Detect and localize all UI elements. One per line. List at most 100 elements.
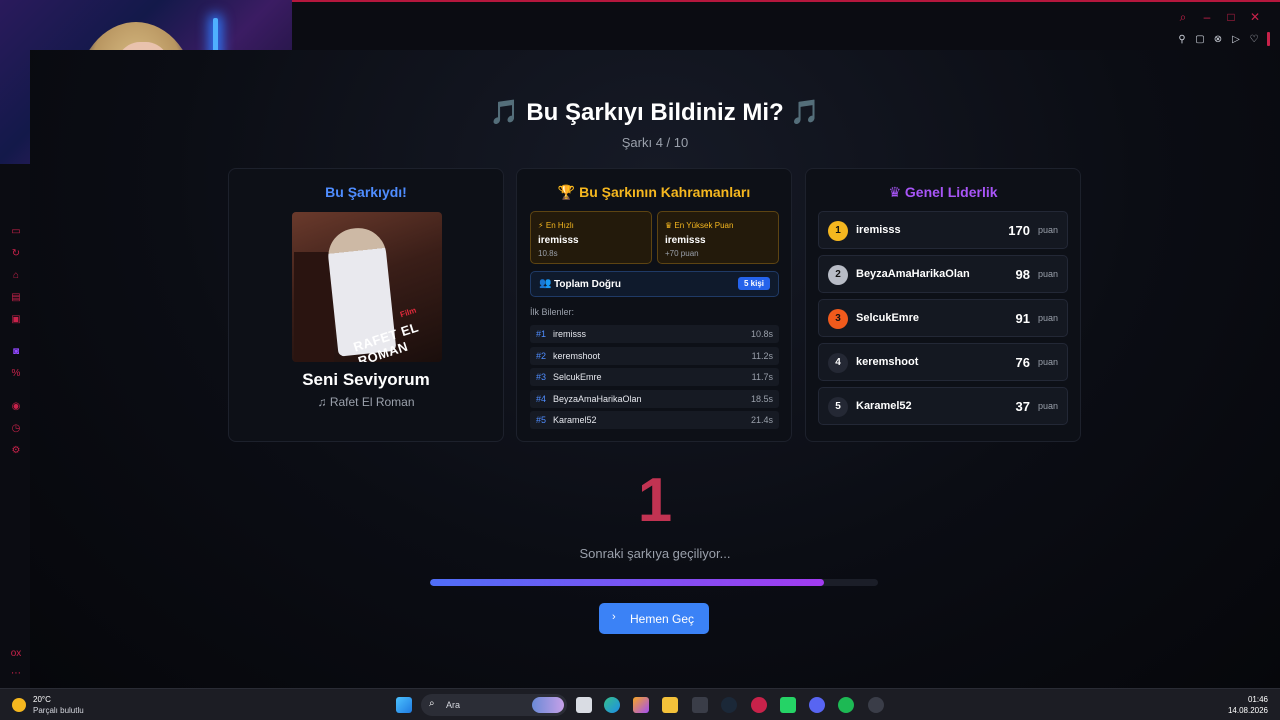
- steam-icon[interactable]: [721, 697, 737, 713]
- twitch-icon[interactable]: ◙: [10, 346, 22, 358]
- users-icon: 👥: [539, 278, 552, 289]
- title-text: Bu Şarkıyı Bildiniz Mi?: [526, 99, 784, 126]
- trophy-icon: 🏆: [557, 184, 576, 200]
- cover-tag: Film: [399, 305, 418, 320]
- cover-chair: [294, 252, 334, 362]
- edge-icon[interactable]: [604, 697, 620, 713]
- discord-icon[interactable]: [809, 697, 825, 713]
- leaderboard-heading-text: Genel Liderlik: [904, 184, 998, 200]
- app-icon[interactable]: [868, 697, 884, 713]
- refresh-icon[interactable]: ↻: [10, 248, 22, 260]
- spotify-icon[interactable]: [838, 697, 854, 713]
- store-icon[interactable]: [692, 697, 708, 713]
- ox-icon[interactable]: ox: [10, 648, 22, 660]
- taskbar-search[interactable]: ⌕ Ara: [421, 694, 567, 716]
- leaderboard-row: 2 BeyzaAmaHarikaOlan 98 puan: [818, 255, 1068, 293]
- leaderboard-heading: ♛ Genel Liderlik: [806, 184, 1080, 201]
- first-knowers-label: İlk Bilenler:: [530, 307, 575, 317]
- more-icon[interactable]: ⋯: [10, 668, 22, 680]
- leaderboard-points: 170: [1008, 223, 1030, 238]
- leaderboard-unit: puan: [1037, 269, 1058, 279]
- top-score-points: +70 puan: [665, 249, 699, 258]
- rank-medal: 5: [828, 397, 848, 417]
- copilot-icon[interactable]: [633, 697, 649, 713]
- first-knower-rank: #2: [536, 350, 547, 361]
- image-icon[interactable]: ▭: [10, 226, 22, 238]
- window-controls: ⌕ – □ ✕: [1176, 10, 1262, 25]
- maximize-icon[interactable]: □: [1224, 10, 1238, 25]
- album-cover: Film RAFET EL ROMAN: [292, 212, 442, 362]
- leaderboard-row: 5 Karamel52 37 puan: [818, 387, 1068, 425]
- whatsapp-icon[interactable]: [780, 697, 796, 713]
- heroes-heading: 🏆 Bu Şarkının Kahramanları: [517, 184, 791, 201]
- minimize-icon[interactable]: –: [1200, 10, 1214, 25]
- lightning-icon: ⚡: [538, 221, 544, 230]
- leaderboard-row: 1 iremisss 170 puan: [818, 211, 1068, 249]
- clock-date: 14.08.2026: [1227, 706, 1268, 715]
- leaderboard-name: iremisss: [856, 224, 901, 236]
- leaderboard-points: 37: [1015, 399, 1030, 414]
- leaderboard-unit: puan: [1037, 225, 1058, 235]
- settings-icon[interactable]: ⚙: [10, 445, 22, 457]
- heroes-heading-text: Bu Şarkının Kahramanları: [579, 184, 751, 200]
- system-clock[interactable]: 01:46 14.08.2026: [1228, 694, 1268, 716]
- top-score-label: ♛ En Yüksek Puan: [665, 221, 733, 230]
- skip-now-button[interactable]: › Hemen Geç: [599, 603, 709, 634]
- play-icon[interactable]: ▷: [1231, 34, 1241, 45]
- top-score-box: ♛ En Yüksek Puan iremisss +70 puan: [657, 211, 779, 264]
- pin-icon[interactable]: ⚲: [1177, 34, 1187, 45]
- total-correct-box: 👥 Toplam Doğru 5 kişi: [530, 271, 779, 297]
- leaderboard-unit: puan: [1037, 401, 1058, 411]
- clock-icon[interactable]: ◷: [10, 423, 22, 435]
- countdown-progress-bar: [430, 579, 878, 586]
- weather-temperature: 20°C: [33, 695, 51, 704]
- next-song-message: Sonraki şarkıya geçiliyor...: [579, 546, 731, 561]
- top-score-label-text: En Yüksek Puan: [674, 221, 734, 230]
- song-artist: ♫ Rafet El Roman: [229, 395, 503, 409]
- file-explorer-icon[interactable]: [662, 697, 678, 713]
- rank-medal: 4: [828, 353, 848, 373]
- m-icon[interactable]: ▣: [10, 314, 22, 326]
- search-icon: ⌕: [429, 698, 435, 709]
- first-knower-row: #4 BeyzaAmaHarikaOlan 18.5s: [530, 389, 779, 408]
- fastest-label-text: En Hızlı: [545, 221, 574, 230]
- search-icon[interactable]: ⌕: [1176, 10, 1190, 25]
- monitor-icon[interactable]: ▤: [10, 292, 22, 304]
- first-knower-name: SelcukEmre: [553, 372, 602, 382]
- leaderboard-row: 3 SelcukEmre 91 puan: [818, 299, 1068, 337]
- leaderboard-points: 98: [1015, 267, 1030, 282]
- rank-medal: 2: [828, 265, 848, 285]
- fastest-box: ⚡ En Hızlı iremisss 10.8s: [530, 211, 652, 264]
- music-note-icon: ♫: [317, 395, 327, 409]
- first-knower-time: 18.5s: [750, 393, 773, 404]
- countdown-number: 1: [637, 466, 673, 535]
- first-knower-row: #2 keremshoot 11.2s: [530, 346, 779, 365]
- percent-icon[interactable]: %: [10, 368, 22, 380]
- start-icon[interactable]: [396, 697, 412, 713]
- search-highlight-icon: [532, 697, 564, 713]
- progress-fill: [430, 579, 825, 586]
- first-knower-row: #5 Karamel52 21.4s: [530, 411, 779, 429]
- song-progress: Şarkı 4 / 10: [621, 135, 689, 150]
- music-note-icon: 🎵: [489, 99, 520, 126]
- opera-gx-icon[interactable]: [751, 697, 767, 713]
- task-view-icon[interactable]: [576, 697, 592, 713]
- heart-icon[interactable]: ♡: [1249, 34, 1259, 45]
- page-title: 🎵 Bu Şarkıyı Bildiniz Mi? 🎵: [0, 98, 1280, 127]
- first-knower-name: keremshoot: [553, 350, 601, 361]
- first-knower-rank: #5: [536, 415, 547, 425]
- robot-icon[interactable]: ⌂: [10, 270, 22, 282]
- rank-medal: 1: [828, 221, 848, 241]
- first-knower-rank: #1: [536, 329, 547, 339]
- leaderboard-points: 76: [1015, 355, 1030, 370]
- crown-icon: ♛: [888, 184, 902, 200]
- close-icon[interactable]: ✕: [1248, 10, 1262, 25]
- screenshot-icon[interactable]: ▢: [1195, 34, 1205, 45]
- accent-bar: [1267, 32, 1270, 46]
- window-toolbar: ⚲ ▢ ⊗ ▷ ♡: [1177, 32, 1270, 46]
- first-knower-name: BeyzaAmaHarikaOlan: [553, 393, 642, 404]
- circle-play-icon[interactable]: ◉: [10, 401, 22, 413]
- block-icon[interactable]: ⊗: [1213, 34, 1223, 45]
- first-knower-rank: #4: [536, 393, 547, 404]
- song-reveal-card: Bu Şarkıydı! Film RAFET EL ROMAN Seni Se…: [228, 168, 504, 442]
